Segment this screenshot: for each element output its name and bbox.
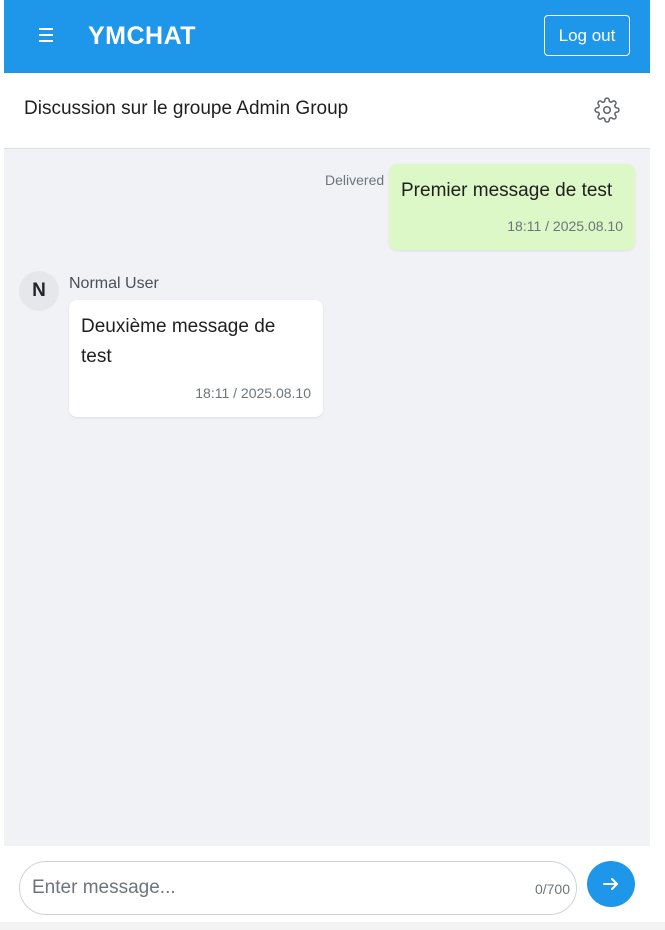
top-navbar: YMCHAT Log out	[4, 0, 650, 73]
message-status: Delivered	[325, 172, 385, 188]
message-timestamp: 18:11 / 2025.08.10	[195, 385, 311, 401]
received-message-bubble: Deuxième message de test 18:11 / 2025.08…	[69, 300, 323, 417]
sent-message-bubble: Premier message de test 18:11 / 2025.08.…	[389, 164, 635, 250]
message-list[interactable]: Delivered Premier message de test 18:11 …	[4, 149, 650, 846]
gear-icon[interactable]	[594, 97, 620, 123]
bottom-edge	[0, 922, 665, 930]
group-header: Discussion sur le groupe Admin Group	[4, 73, 650, 149]
group-title: Discussion sur le groupe Admin Group	[24, 98, 349, 119]
message-input[interactable]	[32, 862, 522, 914]
logout-button[interactable]: Log out	[544, 15, 630, 56]
message-text: Deuxième message de test	[81, 316, 276, 367]
character-counter: 0/700	[534, 881, 570, 897]
message-composer: 0/700	[4, 846, 650, 930]
hamburger-menu-icon[interactable]	[34, 26, 58, 44]
avatar: N	[19, 271, 59, 311]
message-text: Premier message de test	[401, 180, 613, 201]
app-brand: YMCHAT	[88, 22, 197, 50]
arrow-right-icon	[603, 878, 618, 890]
message-input-wrapper: 0/700	[19, 861, 577, 915]
send-button[interactable]	[587, 861, 635, 907]
sender-name: Normal User	[69, 275, 159, 292]
message-timestamp: 18:11 / 2025.08.10	[507, 218, 623, 234]
chat-app: YMCHAT Log out Discussion sur le groupe …	[4, 0, 650, 930]
